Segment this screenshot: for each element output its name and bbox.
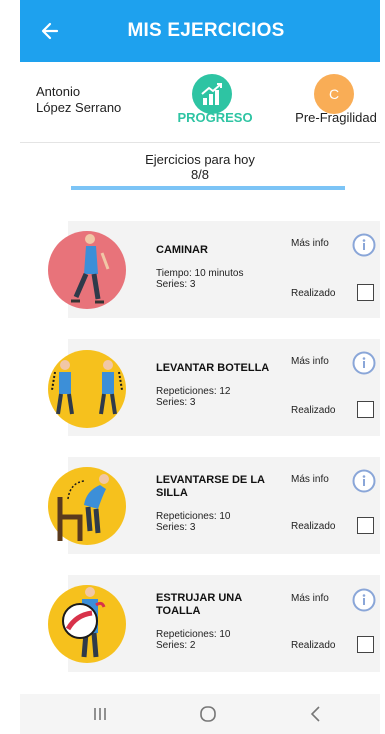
- exercise-detail-primary: Repeticiones: 10: [156, 629, 231, 640]
- exercise-detail: Repeticiones: 10 Series: 2: [156, 629, 231, 651]
- bottle-lift-figure-icon: [48, 350, 126, 428]
- user-header: Antonio López Serrano PROGRESO C Pre-Fra…: [20, 62, 380, 142]
- exercise-detail-primary: Repeticiones: 10: [156, 511, 231, 522]
- daily-progress-bar: [71, 186, 345, 190]
- done-checkbox[interactable]: [357, 517, 374, 534]
- more-info-label[interactable]: Más info: [291, 593, 329, 604]
- exercise-name: LEVANTAR BOTELLA: [156, 362, 270, 374]
- exercise-detail-series: Series: 3: [156, 397, 196, 408]
- page-title: MIS EJERCICIOS: [127, 20, 285, 41]
- app-bar: MIS EJERCICIOS: [20, 0, 380, 62]
- user-last-name: López Serrano: [36, 100, 122, 115]
- done-label: Realizado: [291, 405, 336, 416]
- done-label: Realizado: [291, 288, 336, 299]
- info-icon[interactable]: [352, 233, 376, 257]
- walking-figure-icon: [48, 231, 126, 309]
- done-label: Realizado: [291, 521, 336, 532]
- progress-chart-icon[interactable]: [192, 74, 232, 114]
- done-checkbox[interactable]: [357, 284, 374, 301]
- daily-progress-fill: [71, 186, 345, 190]
- system-nav-bar: [20, 694, 380, 734]
- towel-squeeze-figure-icon: [48, 585, 126, 663]
- exercise-detail: Repeticiones: 10 Series: 3: [156, 511, 231, 533]
- chair-stand-figure-icon: [48, 467, 126, 545]
- frailty-badge: C: [314, 74, 354, 114]
- exercise-detail-primary: Tiempo: 10 minutos: [156, 268, 244, 279]
- recent-apps-icon[interactable]: [88, 702, 112, 726]
- more-info-label[interactable]: Más info: [291, 474, 329, 485]
- divider: [20, 142, 380, 143]
- exercise-detail-series: Series: 2: [156, 640, 196, 651]
- more-info-label[interactable]: Más info: [291, 238, 329, 249]
- info-icon[interactable]: [352, 469, 376, 493]
- done-label: Realizado: [291, 640, 336, 651]
- exercise-detail-primary: Repeticiones: 12: [156, 386, 231, 397]
- exercise-name: CAMINAR: [156, 244, 208, 256]
- exercise-detail: Tiempo: 10 minutos Series: 3: [156, 268, 243, 290]
- home-icon[interactable]: [196, 702, 220, 726]
- user-name: Antonio López Serrano: [36, 84, 121, 116]
- today-label: Ejercicios para hoy: [145, 152, 255, 167]
- user-first-name: Antonio: [36, 84, 81, 99]
- frailty-label: Pre-Fragilidad: [295, 110, 377, 125]
- more-info-label[interactable]: Más info: [291, 356, 329, 367]
- today-exercises-label: Ejercicios para hoy 8/8: [20, 152, 380, 182]
- exercise-detail: Repeticiones: 12 Series: 3: [156, 386, 231, 408]
- today-count: 8/8: [190, 167, 210, 182]
- progress-link[interactable]: PROGRESO: [165, 110, 265, 125]
- info-icon[interactable]: [352, 351, 376, 375]
- exercise-name: LEVANTARSE DE LA SILLA: [156, 474, 265, 499]
- back-nav-icon[interactable]: [304, 702, 328, 726]
- exercise-name: ESTRUJAR UNA TOALLA: [156, 592, 242, 617]
- exercise-detail-series: Series: 3: [156, 279, 196, 290]
- exercise-detail-series: Series: 3: [156, 522, 196, 533]
- done-checkbox[interactable]: [357, 401, 374, 418]
- done-checkbox[interactable]: [357, 636, 374, 653]
- info-icon[interactable]: [352, 588, 376, 612]
